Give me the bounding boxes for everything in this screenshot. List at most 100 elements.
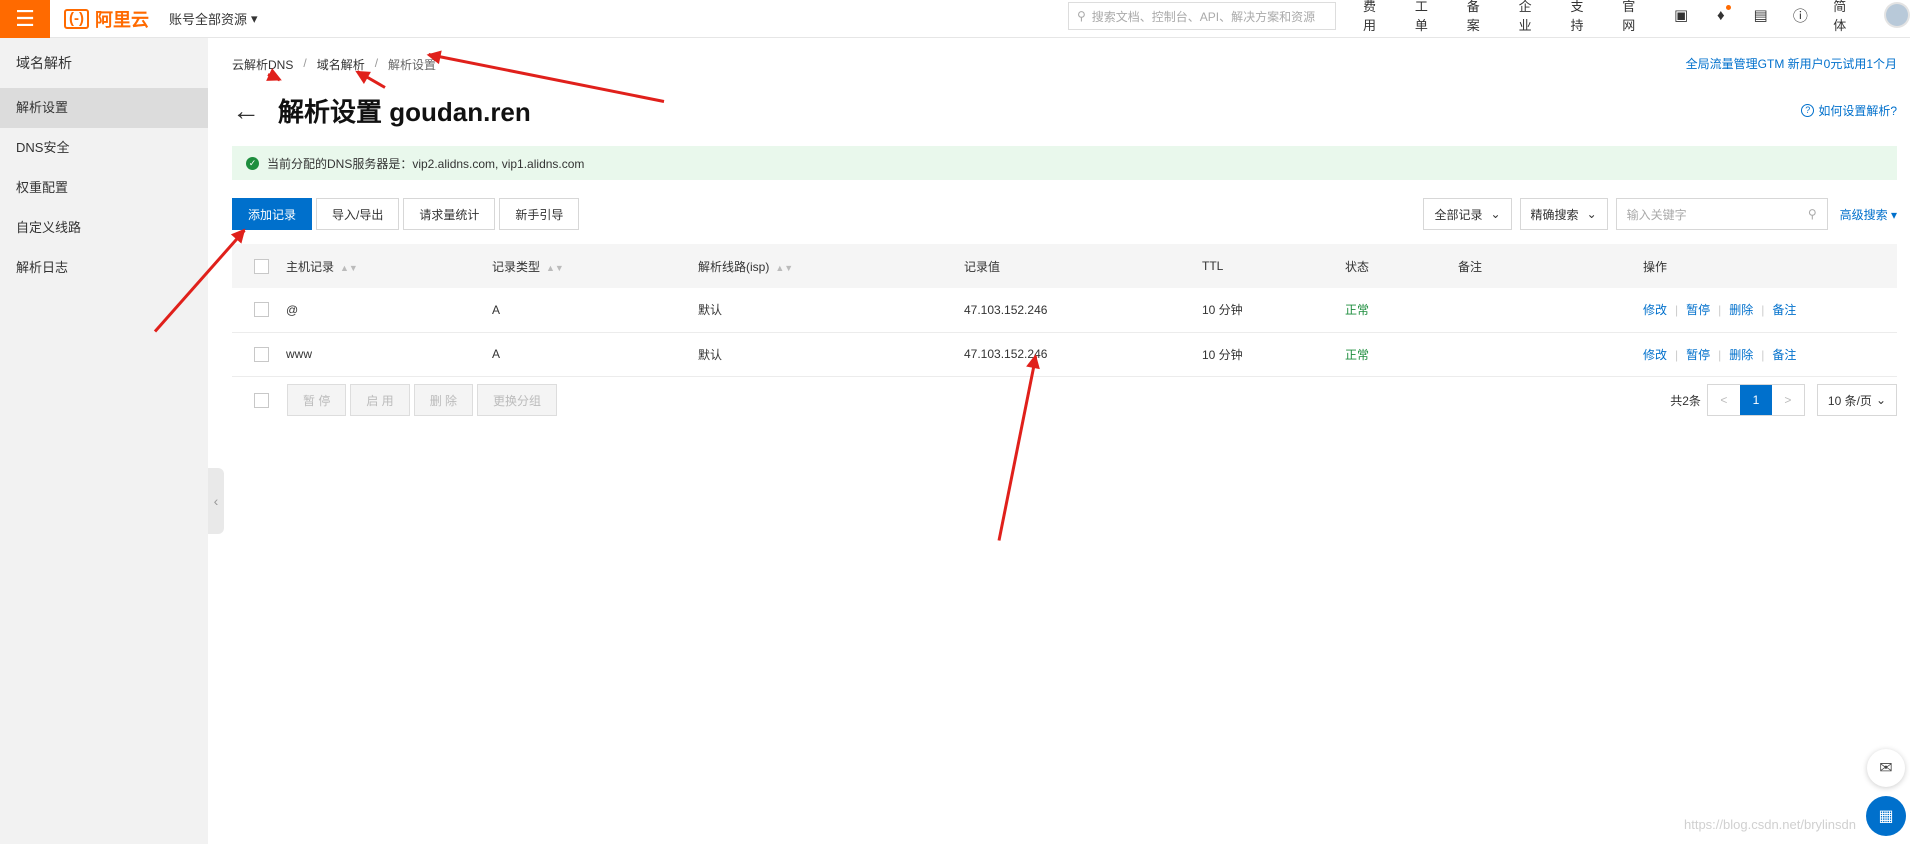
header-remark: 备注 xyxy=(1458,244,1643,288)
keyword-input[interactable]: 输入关键字 ⚲ xyxy=(1615,198,1828,230)
notification-dot xyxy=(1725,4,1731,10)
ops-divider: | xyxy=(1761,303,1765,318)
search-mode-select[interactable]: 精确搜索 ⌄ xyxy=(1519,198,1608,230)
sidebar-item-weight-config[interactable]: 权重配置 xyxy=(0,168,208,208)
beginner-guide-button[interactable]: 新手引导 xyxy=(499,198,580,230)
search-placeholder: 搜索文档、控制台、API、解决方案和资源 xyxy=(1091,9,1316,24)
sidebar-item-custom-lines[interactable]: 自定义线路 xyxy=(0,208,208,248)
ops-divider: | xyxy=(1675,347,1679,362)
add-record-button[interactable]: 添加记录 xyxy=(232,198,313,230)
language-switch[interactable]: 简体 xyxy=(1820,0,1872,34)
logo[interactable]: (-) 阿里云 xyxy=(64,6,149,32)
bulk-pause-button[interactable]: 暂 停 xyxy=(287,384,347,416)
pause-link[interactable]: 暂停 xyxy=(1686,303,1710,317)
question-icon: ? xyxy=(1801,104,1815,117)
bulk-delete-button[interactable]: 删 除 xyxy=(413,384,474,416)
cart-icon[interactable]: ▤ xyxy=(1741,6,1781,24)
remark-link[interactable]: 备注 xyxy=(1772,303,1796,317)
cell-line: 默认 xyxy=(698,288,964,333)
header-host[interactable]: 主机记录 ▲▼ xyxy=(286,244,492,288)
sidebar-item-dns-settings[interactable]: 解析设置 xyxy=(0,88,208,128)
sidebar-collapse-handle[interactable]: ‹ xyxy=(208,468,224,534)
cell-ops: 修改 | 暂停 | 删除 | 备注 xyxy=(1643,288,1897,333)
breadcrumb: 云解析DNS / 域名解析 / 解析设置 xyxy=(232,56,436,73)
advanced-search-label: 高级搜索 xyxy=(1839,207,1888,222)
hamburger-icon[interactable]: ☰ xyxy=(0,0,50,38)
header-type-label: 记录类型 xyxy=(492,259,541,274)
terminal-icon[interactable]: ▣ xyxy=(1661,6,1701,24)
toolbar: 添加记录 导入/导出 请求量统计 新手引导 xyxy=(232,198,580,230)
cell-remark xyxy=(1458,288,1643,333)
nav-support[interactable]: 支持 xyxy=(1557,0,1609,34)
next-page-button[interactable]: > xyxy=(1772,385,1804,415)
search-mode-value: 精确搜索 xyxy=(1530,207,1579,222)
ops-divider: | xyxy=(1675,303,1679,318)
chevron-down-icon: ⌄ xyxy=(1586,207,1597,221)
chevron-down-icon: ⌄ xyxy=(1875,393,1886,407)
howto-link[interactable]: ? 如何设置解析? xyxy=(1801,102,1897,119)
delete-link[interactable]: 删除 xyxy=(1729,303,1753,317)
cell-host: @ xyxy=(286,288,492,333)
global-search-input[interactable]: ⚲ 搜索文档、控制台、API、解决方案和资源 xyxy=(1068,2,1336,30)
sort-icon[interactable]: ▲▼ xyxy=(775,263,793,273)
edit-link[interactable]: 修改 xyxy=(1643,348,1667,362)
prev-page-button[interactable]: < xyxy=(1708,385,1740,415)
header-select-all xyxy=(232,244,286,288)
nav-icp[interactable]: 备案 xyxy=(1454,0,1506,34)
top-nav: 费用 工单 备案 企业 支持 官网 ▣ ♦ ▤ ⓘ 简体 xyxy=(1350,0,1910,33)
select-all-checkbox[interactable] xyxy=(254,258,269,274)
bell-icon[interactable]: ♦ xyxy=(1701,4,1741,24)
help-icon[interactable]: ⓘ xyxy=(1780,5,1820,26)
sort-icon[interactable]: ▲▼ xyxy=(340,263,358,273)
avatar[interactable] xyxy=(1884,2,1910,28)
nav-website[interactable]: 官网 xyxy=(1609,0,1661,34)
sidebar: 域名解析 解析设置 DNS安全 权重配置 自定义线路 解析日志 xyxy=(0,38,208,844)
header-ttl: TTL xyxy=(1202,244,1345,288)
annotation-arrow xyxy=(997,355,1038,541)
sidebar-title[interactable]: 域名解析 xyxy=(0,38,208,88)
delete-link[interactable]: 删除 xyxy=(1729,348,1753,362)
cell-line: 默认 xyxy=(698,332,964,377)
edit-link[interactable]: 修改 xyxy=(1643,303,1667,317)
sidebar-item-dns-security[interactable]: DNS安全 xyxy=(0,128,208,168)
nav-fees[interactable]: 费用 xyxy=(1350,0,1402,34)
sidebar-item-dns-logs[interactable]: 解析日志 xyxy=(0,248,208,288)
record-filter-select[interactable]: 全部记录 ⌄ xyxy=(1423,198,1512,230)
nav-enterprise[interactable]: 企业 xyxy=(1506,0,1558,34)
table-row: www A 默认 47.103.152.246 10 分钟 正常 修改 | 暂停 | 删… xyxy=(232,332,1897,377)
page-size-value: 10 条/页 xyxy=(1827,393,1872,408)
bulk-change-group-button[interactable]: 更换分组 xyxy=(477,384,558,416)
cell-remark xyxy=(1458,332,1643,377)
cell-status: 正常 xyxy=(1345,288,1458,333)
bulk-enable-button[interactable]: 启 用 xyxy=(350,384,410,416)
remark-link[interactable]: 备注 xyxy=(1772,348,1796,362)
pause-link[interactable]: 暂停 xyxy=(1686,348,1710,362)
nav-tickets[interactable]: 工单 xyxy=(1402,0,1454,34)
breadcrumb-cloud-dns[interactable]: 云解析DNS xyxy=(232,56,293,73)
bulk-select-checkbox[interactable] xyxy=(254,392,269,408)
row-checkbox[interactable] xyxy=(254,302,269,318)
header-type[interactable]: 记录类型 ▲▼ xyxy=(492,244,698,288)
gtm-promo-link[interactable]: 全局流量管理GTM 新用户0元试用1个月 xyxy=(1686,55,1897,72)
ops-divider: | xyxy=(1718,303,1722,318)
header-status: 状态 xyxy=(1345,244,1458,288)
apps-icon[interactable]: ▦ xyxy=(1866,796,1906,836)
keyword-placeholder: 输入关键字 xyxy=(1626,207,1687,222)
advanced-search-link[interactable]: 高级搜索 ▾ xyxy=(1840,206,1897,223)
page-1-button[interactable]: 1 xyxy=(1739,385,1772,415)
row-select-cell xyxy=(232,288,286,333)
cell-type: A xyxy=(492,288,698,333)
notice-text: 当前分配的DNS服务器是：vip2.alidns.com, vip1.alidn… xyxy=(267,156,585,171)
page-size-select[interactable]: 10 条/页 ⌄ xyxy=(1816,384,1897,416)
back-arrow-icon[interactable]: ← xyxy=(232,96,260,125)
breadcrumb-separator: / xyxy=(303,56,307,70)
row-checkbox[interactable] xyxy=(254,346,269,362)
header-line[interactable]: 解析线路(isp) ▲▼ xyxy=(698,244,964,288)
import-export-button[interactable]: 导入/导出 xyxy=(316,198,400,230)
search-icon[interactable]: ⚲ xyxy=(1808,207,1817,221)
chat-icon[interactable]: ✉ xyxy=(1867,749,1905,787)
request-stats-button[interactable]: 请求量统计 xyxy=(403,198,496,230)
account-resource-switcher[interactable]: 账号全部资源 ▾ xyxy=(169,9,258,28)
pagination: 共2条 < 1 > 10 条/页 ⌄ xyxy=(1670,384,1897,416)
sort-icon[interactable]: ▲▼ xyxy=(546,263,564,273)
